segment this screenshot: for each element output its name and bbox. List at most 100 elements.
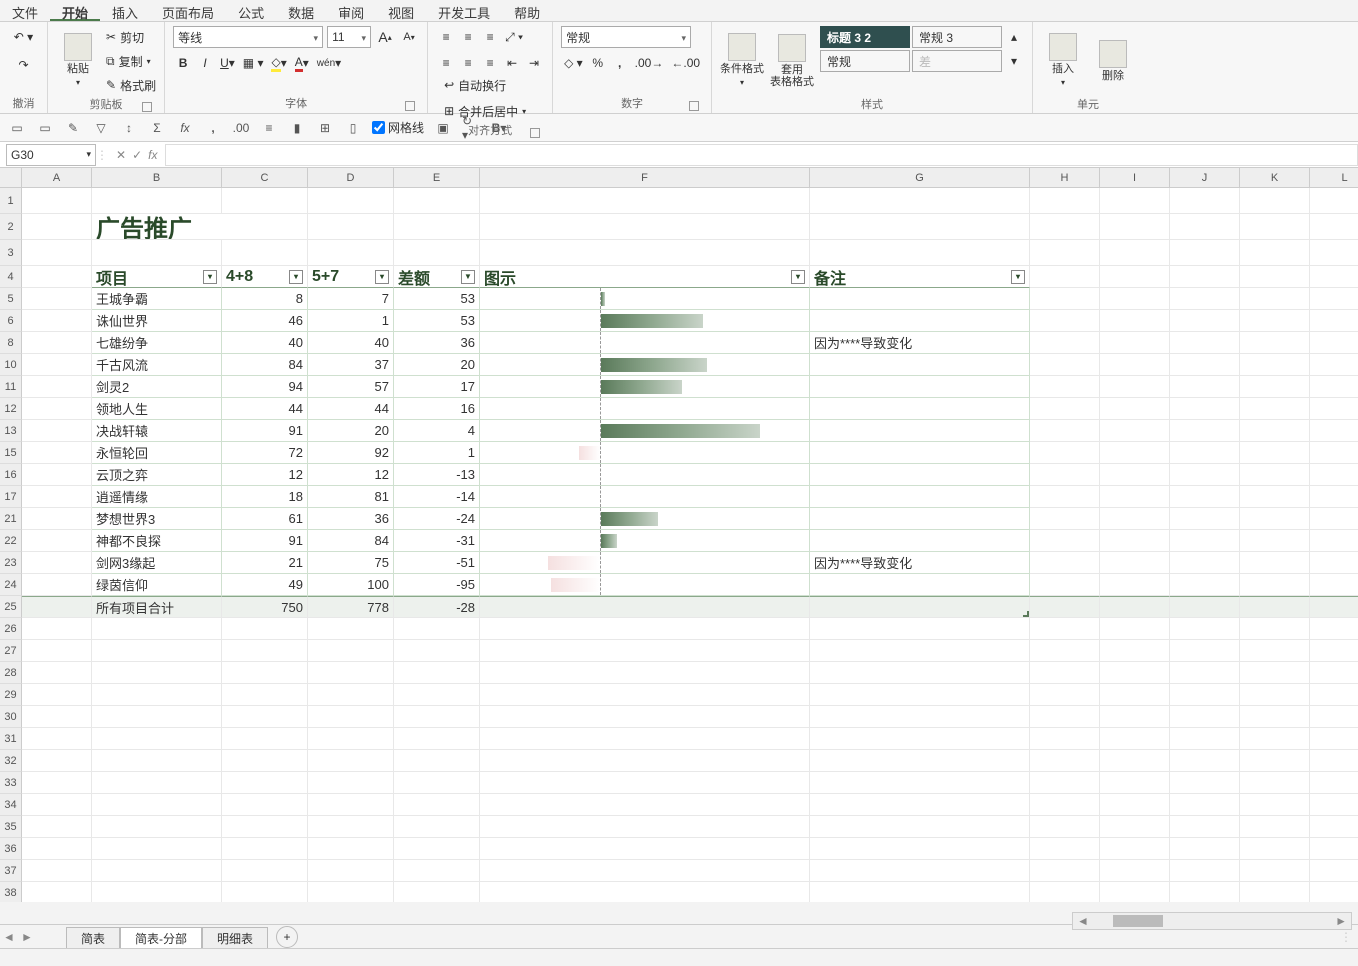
number-format-select[interactable]: 常规 <box>561 26 691 48</box>
row-header-38[interactable]: 38 <box>0 882 22 902</box>
row-header-5[interactable]: 5 <box>0 288 22 310</box>
row-header-13[interactable]: 13 <box>0 420 22 442</box>
sheet-nav-next[interactable]: ► <box>18 930 36 944</box>
row-header-37[interactable]: 37 <box>0 860 22 882</box>
row-header-15[interactable]: 15 <box>0 442 22 464</box>
qt-eyedrop-icon[interactable]: ✎ <box>64 119 82 137</box>
accept-formula-icon[interactable]: ✓ <box>132 148 142 162</box>
align-right-button[interactable]: ≡ <box>480 52 500 74</box>
font-size-select[interactable]: 11 <box>327 26 371 48</box>
menu-tab-3[interactable]: 页面布局 <box>150 0 226 21</box>
name-box[interactable]: G30▾ <box>6 144 96 166</box>
row-header-16[interactable]: 16 <box>0 464 22 486</box>
row-header-28[interactable]: 28 <box>0 662 22 684</box>
conditional-format-button[interactable]: 条件格式▾ <box>720 26 764 96</box>
font-color-button[interactable]: A ▾ <box>292 52 312 74</box>
font-launcher[interactable] <box>405 101 415 111</box>
styles-up-button[interactable]: ▴ <box>1004 26 1024 48</box>
filter-icon[interactable]: ▾ <box>1011 270 1025 284</box>
styles-more-button[interactable]: ▾ <box>1004 50 1024 72</box>
qt-list-icon[interactable]: ≡ <box>260 119 278 137</box>
cell-style-normal3[interactable]: 常规 3 <box>912 26 1002 48</box>
cut-button[interactable]: ✂剪切 <box>106 26 156 48</box>
row-header-27[interactable]: 27 <box>0 640 22 662</box>
qt-btn-1[interactable]: ▭ <box>8 119 26 137</box>
merge-center-button[interactable]: ⊞合并后居中▾ <box>444 100 544 122</box>
align-center-button[interactable]: ≡ <box>458 52 478 74</box>
border-button[interactable]: ▦ ▾ <box>240 52 267 74</box>
phonetic-button[interactable]: wén ▾ <box>314 52 344 74</box>
qt-pivot-icon[interactable]: ⊞ <box>316 119 334 137</box>
row-header-2[interactable]: 2 <box>0 214 22 240</box>
filter-icon[interactable]: ▾ <box>375 270 389 284</box>
comma-button[interactable]: , <box>610 52 630 74</box>
row-header-8[interactable]: 8 <box>0 332 22 354</box>
col-header-G[interactable]: G <box>810 168 1030 188</box>
col-header-D[interactable]: D <box>308 168 394 188</box>
horizontal-scrollbar[interactable]: ◄► <box>1072 912 1352 930</box>
row-header-21[interactable]: 21 <box>0 508 22 530</box>
indent-increase-button[interactable]: ⇥ <box>524 52 544 74</box>
row-header-24[interactable]: 24 <box>0 574 22 596</box>
table-resize-handle[interactable] <box>1023 611 1029 617</box>
row-header-12[interactable]: 12 <box>0 398 22 420</box>
font-name-select[interactable]: 等线 <box>173 26 323 48</box>
underline-button[interactable]: U ▾ <box>217 52 238 74</box>
row-header-6[interactable]: 6 <box>0 310 22 332</box>
sheet-tab-0[interactable]: 简表 <box>66 927 120 949</box>
menu-tab-8[interactable]: 开发工具 <box>426 0 502 21</box>
decrease-decimal-button[interactable]: ←.00 <box>668 52 703 74</box>
sheet-nav-prev[interactable]: ◄ <box>0 930 18 944</box>
align-left-button[interactable]: ≡ <box>436 52 456 74</box>
formula-input[interactable] <box>165 144 1358 166</box>
fx-icon[interactable]: fx <box>148 148 157 162</box>
menu-tab-9[interactable]: 帮助 <box>502 0 552 21</box>
qt-sort-icon[interactable]: ↕ <box>120 119 138 137</box>
qt-decimal-icon[interactable]: .00 <box>232 119 250 137</box>
qt-chart-icon[interactable]: ▮ <box>288 119 306 137</box>
qt-comma-icon[interactable]: , <box>204 119 222 137</box>
cell-style-normal[interactable]: 常规 <box>820 50 910 72</box>
align-top-button[interactable]: ≡ <box>436 26 456 48</box>
sheet-tab-1[interactable]: 简表-分部 <box>120 927 202 949</box>
table-header-g[interactable]: 备注▾ <box>810 266 1030 288</box>
menu-tab-6[interactable]: 审阅 <box>326 0 376 21</box>
row-header-33[interactable]: 33 <box>0 772 22 794</box>
worksheet-grid[interactable]: ABCDEFGHIJKLM 12345681011121315161721222… <box>0 168 1358 902</box>
filter-icon[interactable]: ▾ <box>203 270 217 284</box>
sheet-tab-2[interactable]: 明细表 <box>202 927 268 949</box>
menu-tab-0[interactable]: 文件 <box>0 0 50 21</box>
percent-button[interactable]: % <box>588 52 608 74</box>
align-middle-button[interactable]: ≡ <box>458 26 478 48</box>
indent-decrease-button[interactable]: ⇤ <box>502 52 522 74</box>
table-header-e[interactable]: 差额▼ <box>394 266 480 288</box>
redo-button[interactable]: ↷ <box>14 54 34 76</box>
undo-button[interactable]: ↶ ▾ <box>11 26 36 48</box>
col-header-E[interactable]: E <box>394 168 480 188</box>
row-header-3[interactable]: 3 <box>0 240 22 266</box>
qt-fx-icon[interactable]: fx <box>176 119 194 137</box>
wrap-text-button[interactable]: ↩自动换行 <box>444 74 544 96</box>
format-as-table-button[interactable]: 套用 表格格式 <box>770 26 814 96</box>
cell-style-bad[interactable]: 差 <box>912 50 1002 72</box>
menu-tab-4[interactable]: 公式 <box>226 0 276 21</box>
paste-button[interactable]: 粘贴▾ <box>56 26 100 96</box>
menu-tab-1[interactable]: 开始 <box>50 0 100 21</box>
insert-cells-button[interactable]: 插入▾ <box>1041 26 1085 96</box>
increase-decimal-button[interactable]: .00→ <box>632 52 667 74</box>
col-header-F[interactable]: F <box>480 168 810 188</box>
table-header-c[interactable]: 4+8▾ <box>222 266 308 288</box>
delete-cells-button[interactable]: 删除 <box>1091 26 1135 96</box>
select-all-corner[interactable] <box>0 168 22 188</box>
orientation-button[interactable]: ⤢ ▾ <box>502 26 526 48</box>
row-header-25[interactable]: 25 <box>0 596 22 618</box>
filter-icon[interactable]: ▾ <box>289 270 303 284</box>
add-sheet-button[interactable]: + <box>276 926 298 948</box>
table-header-d[interactable]: 5+7▾ <box>308 266 394 288</box>
menu-tab-5[interactable]: 数据 <box>276 0 326 21</box>
col-header-K[interactable]: K <box>1240 168 1310 188</box>
row-header-31[interactable]: 31 <box>0 728 22 750</box>
table-title[interactable]: 广告推广 <box>92 214 308 240</box>
format-painter-button[interactable]: ✎格式刷 <box>106 74 156 96</box>
cancel-formula-icon[interactable]: ✕ <box>116 148 126 162</box>
